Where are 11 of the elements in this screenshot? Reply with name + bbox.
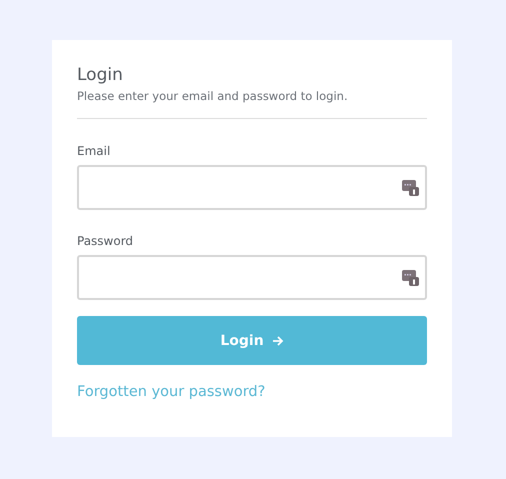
password-manager-icon[interactable] xyxy=(402,269,419,286)
login-subtitle: Please enter your email and password to login. xyxy=(77,88,349,104)
forgot-password-link[interactable]: Forgotten your password? xyxy=(77,384,266,400)
field-label: Password xyxy=(77,233,134,249)
input-field[interactable] xyxy=(77,165,427,210)
login-title: Login xyxy=(77,64,124,86)
arrow-right-icon xyxy=(272,334,284,346)
login-button[interactable]: Login xyxy=(77,316,427,365)
input-field[interactable] xyxy=(77,255,427,300)
field-label: Email xyxy=(77,143,112,159)
password-manager-icon[interactable] xyxy=(402,179,419,196)
